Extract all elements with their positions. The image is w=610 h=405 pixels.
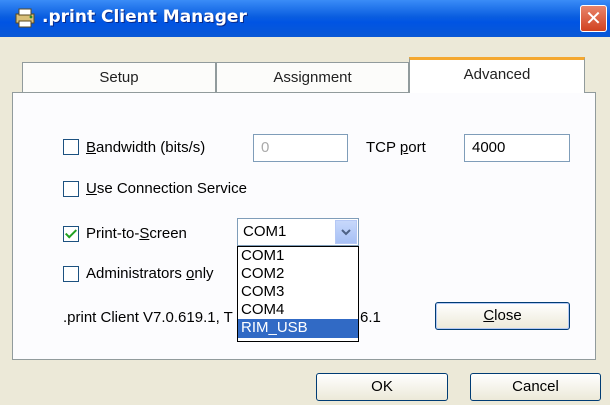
port-option-com2[interactable]: COM2 xyxy=(238,265,358,283)
version-text-tail: 6.1 xyxy=(360,309,381,326)
print-to-screen-checkbox[interactable] xyxy=(63,226,79,242)
close-icon: ✕ xyxy=(585,6,602,30)
administrators-only-checkbox[interactable] xyxy=(63,266,79,282)
port-option-com3[interactable]: COM3 xyxy=(238,283,358,301)
window-close-button[interactable]: ✕ xyxy=(580,5,607,32)
use-connection-service-label: Use Connection Service xyxy=(86,180,247,197)
port-option-com4[interactable]: COM4 xyxy=(238,301,358,319)
tab-advanced[interactable]: Advanced xyxy=(409,57,585,93)
tcp-port-label: TCP port xyxy=(366,139,426,156)
administrators-only-label: Administrators only xyxy=(86,265,214,282)
bandwidth-input[interactable]: 0 xyxy=(253,134,348,162)
bandwidth-label: Bandwidth (bits/s) xyxy=(86,139,206,156)
print-to-screen-port-select[interactable]: COM1 xyxy=(237,218,359,246)
bandwidth-checkbox[interactable] xyxy=(63,139,79,155)
selected-port-value: COM1 xyxy=(243,223,287,240)
port-option-rim-usb[interactable]: RIM_USB xyxy=(238,319,358,338)
tcp-port-input[interactable]: 4000 xyxy=(464,134,570,162)
cancel-button[interactable]: Cancel xyxy=(470,373,601,401)
ok-button[interactable]: OK xyxy=(316,373,448,401)
close-button[interactable]: Close xyxy=(435,302,570,330)
tab-assignment[interactable]: Assignment xyxy=(216,62,409,92)
dropdown-toggle-button[interactable] xyxy=(335,220,357,244)
port-dropdown-list: COM1 COM2 COM3 COM4 RIM_USB xyxy=(237,246,359,342)
window-title: .print Client Manager xyxy=(42,7,247,27)
chevron-down-icon xyxy=(341,229,351,236)
use-connection-service-checkbox[interactable] xyxy=(63,181,79,197)
version-text: .print Client V7.0.619.1, T xyxy=(63,309,233,326)
title-bar[interactable]: .print Client Manager ✕ xyxy=(0,0,610,37)
printer-app-icon xyxy=(14,8,36,28)
port-option-com1[interactable]: COM1 xyxy=(238,247,358,265)
tab-setup[interactable]: Setup xyxy=(22,62,216,92)
print-to-screen-label: Print-to-Screen xyxy=(86,225,187,242)
